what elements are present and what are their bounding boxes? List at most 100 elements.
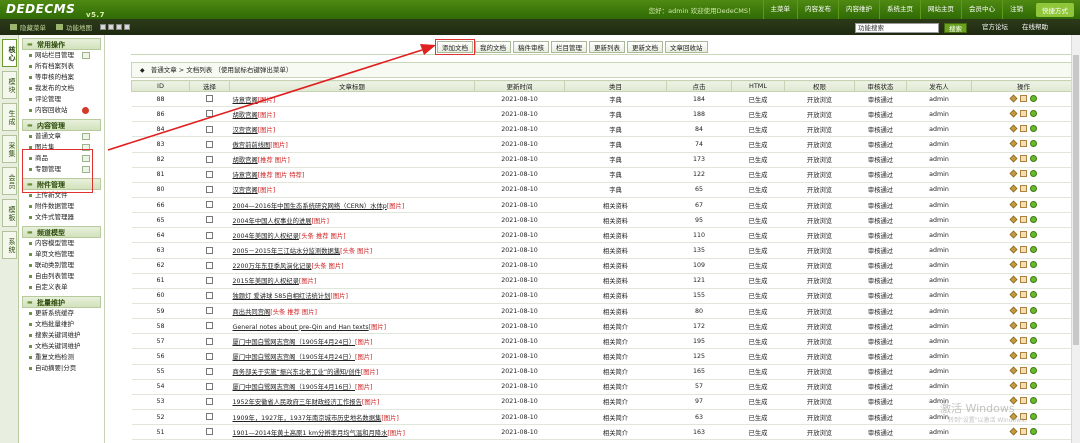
edit-icon[interactable] — [1020, 139, 1027, 147]
attribute-edit-icon[interactable] — [1009, 124, 1018, 133]
menu-item[interactable]: 附件数据管理 — [19, 201, 104, 212]
article-title-link[interactable]: 1901—2014年黄土高原1 km分辨率月均气温和月降水 — [233, 430, 388, 437]
row-checkbox[interactable] — [206, 171, 213, 179]
edit-icon[interactable] — [1020, 185, 1027, 193]
tab-member[interactable]: 会员 — [2, 167, 17, 195]
function-search-input[interactable]: 功能搜索 — [855, 23, 939, 33]
preview-icon[interactable] — [1030, 276, 1037, 284]
menu-item[interactable]: 重复文档检测 — [19, 352, 104, 363]
article-title-link[interactable]: 胡歌宫阁 — [233, 112, 258, 119]
menu-item[interactable]: 更新系统缓存 — [19, 308, 104, 319]
row-checkbox[interactable] — [206, 186, 213, 194]
edit-icon[interactable] — [1020, 155, 1027, 163]
preview-icon[interactable] — [1030, 367, 1037, 375]
row-checkbox[interactable] — [206, 110, 213, 118]
edit-icon[interactable] — [1020, 215, 1027, 223]
preview-icon[interactable] — [1030, 170, 1037, 178]
recycle-bin-button[interactable]: 文章回收站 — [665, 41, 708, 53]
article-title-link[interactable]: 1952年安徽省人民政府三年财政经济工作报告 — [233, 399, 362, 406]
row-checkbox[interactable] — [206, 155, 213, 163]
menu-item[interactable]: 搜索关键词维护 — [19, 330, 104, 341]
function-map-button[interactable]: 功能地图 — [56, 22, 92, 32]
skin-option-4[interactable] — [124, 24, 130, 30]
row-checkbox[interactable] — [206, 277, 213, 284]
menu-item[interactable]: 评论管理 — [19, 94, 104, 105]
attribute-edit-icon[interactable] — [1009, 275, 1018, 284]
add-icon[interactable] — [82, 133, 90, 140]
edit-icon[interactable] — [1020, 230, 1027, 238]
menu-item[interactable]: 我发布的文档 — [19, 83, 104, 94]
edit-icon[interactable] — [1020, 109, 1027, 117]
preview-icon[interactable] — [1030, 321, 1037, 329]
shield-icon[interactable] — [82, 107, 89, 114]
edit-icon[interactable] — [1020, 170, 1027, 178]
topnav-member-center[interactable]: 会员中心 — [961, 0, 1002, 19]
column-manage-button[interactable]: 栏目管理 — [551, 41, 587, 53]
attribute-edit-icon[interactable] — [1009, 321, 1018, 330]
attribute-edit-icon[interactable] — [1009, 154, 1018, 163]
attribute-edit-icon[interactable] — [1009, 306, 1018, 314]
menu-item[interactable]: 文档关键词维护 — [19, 341, 104, 352]
row-checkbox[interactable] — [206, 231, 213, 239]
preview-icon[interactable] — [1030, 336, 1037, 344]
row-checkbox[interactable] — [206, 307, 213, 315]
attribute-edit-icon[interactable] — [1009, 427, 1018, 436]
article-title-link[interactable]: 汉宫宫阁 — [233, 127, 258, 134]
edit-icon[interactable] — [1020, 245, 1027, 253]
tab-collect[interactable]: 采集 — [2, 135, 17, 163]
preview-icon[interactable] — [1030, 397, 1037, 405]
edit-icon[interactable] — [1020, 382, 1027, 390]
row-checkbox[interactable] — [206, 246, 213, 254]
article-title-link[interactable]: General notes about pre-Qin and Han text… — [233, 324, 369, 331]
official-forum-link[interactable]: 官方论坛 — [982, 19, 1008, 35]
preview-icon[interactable] — [1030, 185, 1037, 193]
attribute-edit-icon[interactable] — [1009, 184, 1018, 193]
preview-icon[interactable] — [1030, 245, 1037, 253]
tab-template[interactable]: 模板 — [2, 199, 17, 227]
menu-item[interactable]: 等审核的档案 — [19, 72, 104, 83]
tab-core[interactable]: 核心 — [2, 39, 17, 67]
tab-system[interactable]: 系统 — [2, 231, 17, 259]
menu-item[interactable]: 联动类别管理 — [19, 260, 104, 271]
update-list-button[interactable]: 更新列表 — [589, 41, 625, 53]
tab-generate[interactable]: 生成 — [2, 103, 17, 131]
menu-item[interactable]: 普通文章 — [19, 131, 104, 142]
row-checkbox[interactable] — [206, 261, 213, 269]
edit-icon[interactable] — [1020, 397, 1027, 405]
article-title-link[interactable]: 诗意宫阁 — [233, 97, 258, 104]
article-title-link[interactable]: 2004年美国的人权纪录 — [233, 233, 299, 240]
menu-section-title[interactable]: 常用操作 — [22, 38, 101, 51]
article-title-link[interactable]: 诗意宫阁 — [233, 172, 258, 179]
article-title-link[interactable]: 厦门中国白鹭网志宫阁（1905年4月16日） — [233, 384, 356, 391]
topnav-system-home[interactable]: 系统主页 — [879, 0, 920, 19]
attribute-edit-icon[interactable] — [1009, 245, 1018, 254]
article-title-link[interactable]: 胡歌宫阁 — [233, 157, 258, 164]
skin-option-2[interactable] — [108, 24, 114, 30]
edit-icon[interactable] — [1020, 427, 1027, 435]
attribute-edit-icon[interactable] — [1009, 260, 1018, 269]
menu-item[interactable]: 单页文档管理 — [19, 249, 104, 260]
menu-item[interactable]: 所有档案列表 — [19, 61, 104, 72]
article-title-link[interactable]: 独题灯 爱讲球 585自相红法统计划 — [233, 293, 331, 300]
scrollbar-thumb[interactable] — [1073, 55, 1079, 345]
edit-icon[interactable] — [1020, 306, 1027, 314]
menu-section-title[interactable]: 批量维护 — [22, 296, 101, 309]
attribute-edit-icon[interactable] — [1009, 230, 1018, 239]
preview-icon[interactable] — [1030, 215, 1037, 223]
menu-section-title[interactable]: 频道模型 — [22, 226, 101, 239]
update-docs-button[interactable]: 更新文档 — [627, 41, 663, 53]
row-checkbox[interactable] — [206, 413, 213, 421]
row-checkbox[interactable] — [206, 382, 213, 390]
preview-icon[interactable] — [1030, 261, 1037, 269]
preview-icon[interactable] — [1030, 155, 1037, 163]
preview-icon[interactable] — [1030, 351, 1037, 359]
attribute-edit-icon[interactable] — [1009, 366, 1018, 375]
row-checkbox[interactable] — [206, 352, 213, 360]
edit-icon[interactable] — [1020, 367, 1027, 375]
article-title-link[interactable]: 2004—2016年中国生态系统研究网络（CERN）水体p — [233, 203, 387, 210]
article-title-link[interactable]: 2200万年东亚季风演化记录 — [233, 263, 312, 270]
attribute-edit-icon[interactable] — [1009, 290, 1018, 299]
preview-icon[interactable] — [1030, 109, 1037, 117]
attribute-edit-icon[interactable] — [1009, 94, 1018, 103]
topnav-content-publish[interactable]: 内容发布 — [797, 0, 838, 19]
